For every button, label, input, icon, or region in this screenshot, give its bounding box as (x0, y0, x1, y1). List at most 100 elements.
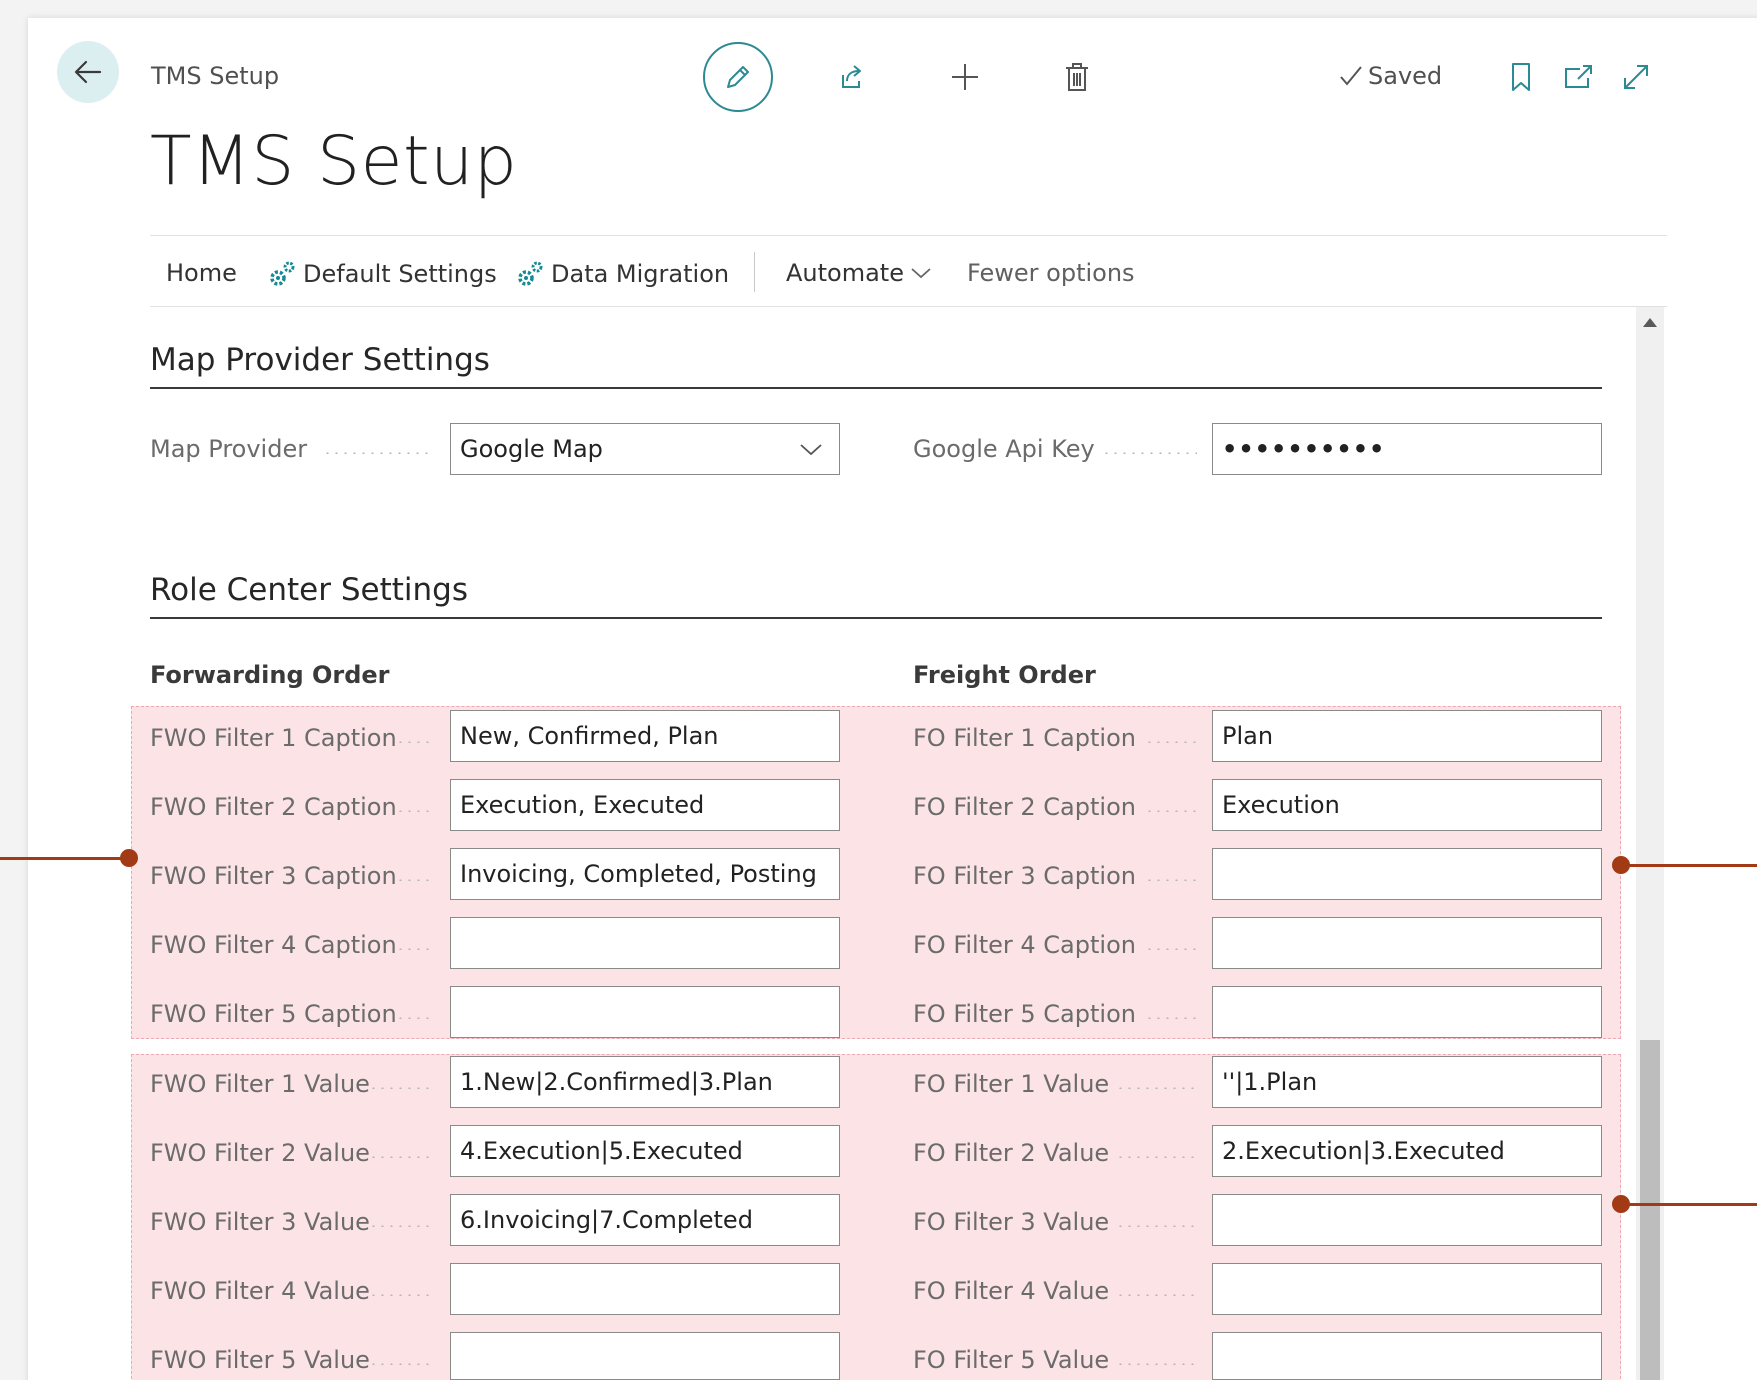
freight-order-header: Freight Order (913, 661, 1096, 689)
expand-button[interactable] (1616, 56, 1656, 98)
fwo-filter-5-caption-input[interactable] (450, 986, 840, 1038)
action-data-migration-label: Data Migration (551, 260, 730, 288)
label-leader-dots (323, 452, 430, 454)
action-fewer-options[interactable]: Fewer options (967, 259, 1135, 287)
map-provider-select[interactable]: Google Map (450, 423, 840, 475)
section-title-role-center[interactable]: Role Center Settings (150, 572, 468, 608)
fo-filter-1-value-label: FO Filter 1 Value (913, 1070, 1110, 1098)
fwo-filter-3-caption-input[interactable]: Invoicing, Completed, Posting (450, 848, 840, 900)
callout-line-right-values (1626, 1203, 1757, 1206)
field-value: New, Confirmed, Plan (460, 722, 719, 750)
edit-button[interactable] (703, 42, 773, 112)
callout-dot-right-values (1612, 1195, 1630, 1213)
fwo-filter-2-value-label: FWO Filter 2 Value (150, 1139, 370, 1167)
field-value: 4.Execution|5.Executed (460, 1137, 743, 1165)
field-value: Invoicing, Completed, Posting (460, 860, 817, 888)
fwo-filter-1-value-input[interactable]: 1.New|2.Confirmed|3.Plan (450, 1056, 840, 1108)
fwo-filter-2-caption-input[interactable]: Execution, Executed (450, 779, 840, 831)
fo-filter-3-value-input[interactable] (1212, 1194, 1602, 1246)
fo-filter-5-caption-input[interactable] (1212, 986, 1602, 1038)
fo-filter-4-value-input[interactable] (1212, 1263, 1602, 1315)
fwo-filter-3-value-input[interactable]: 6.Invoicing|7.Completed (450, 1194, 840, 1246)
label-leader-dots (396, 879, 430, 881)
share-button[interactable] (830, 56, 872, 98)
bookmark-button[interactable] (1503, 56, 1539, 98)
fo-filter-3-value-label: FO Filter 3 Value (913, 1208, 1110, 1236)
scrollbar-thumb[interactable] (1640, 1040, 1660, 1380)
section-divider (150, 387, 1602, 389)
fwo-filter-5-value-input[interactable] (450, 1332, 840, 1380)
label-leader-dots (1145, 948, 1197, 950)
label-leader-dots (1145, 810, 1197, 812)
pencil-icon (727, 66, 749, 88)
action-automate[interactable]: Automate (786, 259, 932, 287)
label-leader-dots (1116, 1156, 1197, 1158)
action-bar: Home Default Settings Data Migration Aut… (150, 235, 1667, 307)
new-button[interactable] (944, 56, 986, 98)
label-leader-dots (1145, 741, 1197, 743)
open-new-window-button[interactable] (1558, 56, 1598, 98)
fo-filter-3-caption-input[interactable] (1212, 848, 1602, 900)
arrow-left-icon (74, 60, 102, 84)
scroll-up-icon[interactable] (1643, 318, 1657, 327)
fo-filter-2-value-input[interactable]: 2.Execution|3.Executed (1212, 1125, 1602, 1177)
chevron-down-icon (911, 268, 931, 279)
fo-filter-1-caption-label: FO Filter 1 Caption (913, 724, 1136, 752)
label-leader-dots (1116, 1294, 1197, 1296)
google-api-key-label: Google Api Key (913, 435, 1095, 463)
fwo-filter-1-value-label: FWO Filter 1 Value (150, 1070, 370, 1098)
fwo-filter-3-value-label: FWO Filter 3 Value (150, 1208, 370, 1236)
fwo-filter-5-caption-label: FWO Filter 5 Caption (150, 1000, 397, 1028)
fo-filter-2-caption-label: FO Filter 2 Caption (913, 793, 1136, 821)
delete-button[interactable] (1056, 56, 1098, 98)
action-home[interactable]: Home (166, 259, 237, 287)
fo-filter-1-value-input[interactable]: ''|1.Plan (1212, 1056, 1602, 1108)
breadcrumb[interactable]: TMS Setup (151, 62, 279, 90)
label-leader-dots (1116, 1225, 1197, 1227)
label-leader-dots (1145, 879, 1197, 881)
field-value: Plan (1222, 722, 1274, 750)
map-provider-value: Google Map (460, 435, 603, 463)
map-provider-label: Map Provider (150, 435, 308, 463)
action-default-settings[interactable]: Default Settings (267, 259, 497, 289)
plus-icon (952, 64, 978, 90)
fo-filter-4-caption-input[interactable] (1212, 917, 1602, 969)
fwo-filter-4-value-input[interactable] (450, 1263, 840, 1315)
chevron-down-icon (800, 444, 822, 456)
gears-icon (270, 261, 295, 286)
action-home-label: Home (166, 259, 237, 287)
field-value: 2.Execution|3.Executed (1222, 1137, 1505, 1165)
fo-filter-2-value-label: FO Filter 2 Value (913, 1139, 1110, 1167)
fwo-filter-4-value-label: FWO Filter 4 Value (150, 1277, 370, 1305)
fwo-filter-1-caption-input[interactable]: New, Confirmed, Plan (450, 710, 840, 762)
google-api-key-input[interactable]: •••••••••• (1212, 423, 1602, 475)
fo-filter-5-value-input[interactable] (1212, 1332, 1602, 1380)
fo-filter-2-caption-input[interactable]: Execution (1212, 779, 1602, 831)
fo-filter-4-value-label: FO Filter 4 Value (913, 1277, 1110, 1305)
action-separator (754, 252, 755, 292)
callout-dot-left (120, 849, 138, 867)
share-icon (842, 65, 861, 88)
fwo-filter-2-caption-label: FWO Filter 2 Caption (150, 793, 397, 821)
fwo-filter-4-caption-input[interactable] (450, 917, 840, 969)
action-default-settings-label: Default Settings (303, 260, 497, 288)
fwo-filter-2-value-input[interactable]: 4.Execution|5.Executed (450, 1125, 840, 1177)
callout-line-right-captions (1626, 864, 1757, 867)
saved-label: Saved (1368, 62, 1443, 90)
fo-filter-5-value-label: FO Filter 5 Value (913, 1346, 1110, 1374)
fo-filter-1-caption-input[interactable]: Plan (1212, 710, 1602, 762)
label-leader-dots (1145, 1017, 1197, 1019)
field-value: 1.New|2.Confirmed|3.Plan (460, 1068, 773, 1096)
fwo-filter-3-caption-label: FWO Filter 3 Caption (150, 862, 397, 890)
field-value: Execution (1222, 791, 1340, 819)
field-value: ''|1.Plan (1222, 1068, 1318, 1096)
back-button[interactable] (57, 41, 119, 103)
label-leader-dots (396, 810, 430, 812)
action-automate-label: Automate (786, 259, 904, 287)
page-title: TMS Setup (150, 122, 518, 201)
saved-status: Saved (1338, 62, 1442, 90)
fwo-filter-1-caption-label: FWO Filter 1 Caption (150, 724, 397, 752)
action-data-migration[interactable]: Data Migration (515, 259, 729, 289)
section-title-map-provider[interactable]: Map Provider Settings (150, 342, 490, 378)
fwo-filter-5-value-label: FWO Filter 5 Value (150, 1346, 370, 1374)
